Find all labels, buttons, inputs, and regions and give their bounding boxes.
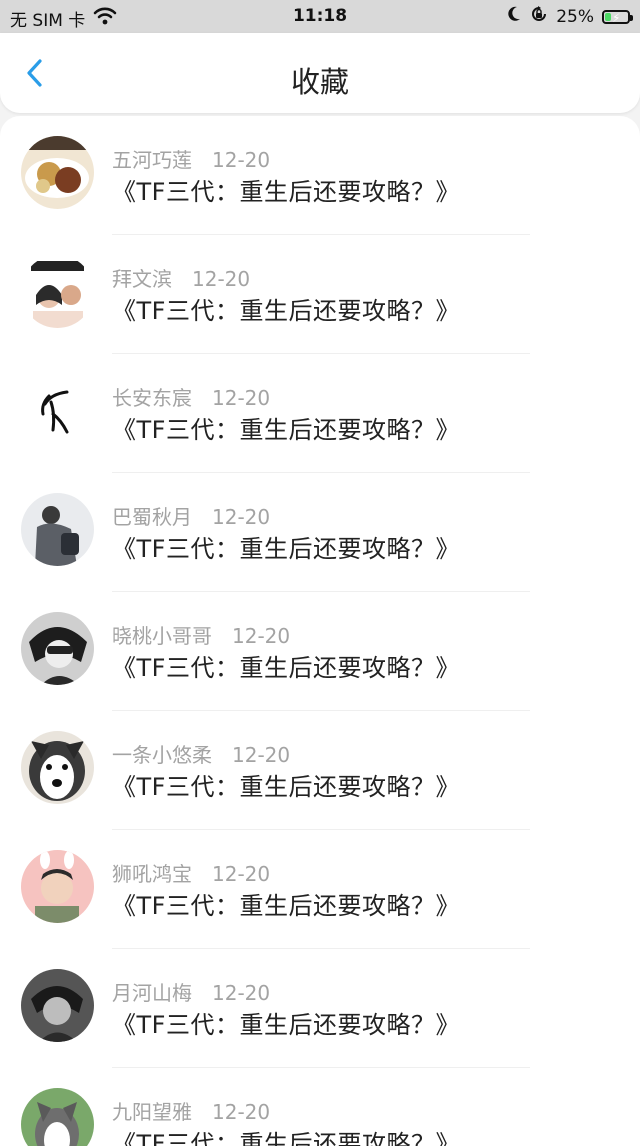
- avatar[interactable]: [21, 1088, 94, 1146]
- status-right: 25% ⚡: [506, 5, 633, 28]
- charging-bolt-icon: ⚡: [612, 10, 621, 25]
- author-name: 一条小悠柔: [112, 743, 212, 767]
- author-name: 晓桃小哥哥: [112, 624, 212, 648]
- avatar[interactable]: [21, 493, 94, 566]
- list-item[interactable]: 狮吼鸿宝 12-20 《TF三代：重生后还要攻略？》: [0, 830, 640, 949]
- item-date: 12-20: [232, 624, 291, 648]
- item-meta: 一条小悠柔 12-20: [112, 739, 290, 768]
- item-date: 12-20: [192, 267, 251, 291]
- list-item[interactable]: 长安东宸 12-20 《TF三代：重生后还要攻略？》: [0, 354, 640, 473]
- avatar[interactable]: [21, 612, 94, 685]
- item-meta: 九阳望雅 12-20: [112, 1096, 270, 1125]
- orientation-lock-icon: [530, 5, 548, 28]
- item-meta: 巴蜀秋月 12-20: [112, 501, 270, 530]
- item-meta: 五河巧莲 12-20: [112, 144, 270, 173]
- author-name: 月河山梅: [112, 981, 192, 1005]
- author-name: 九阳望雅: [112, 1100, 192, 1124]
- item-meta: 月河山梅 12-20: [112, 977, 270, 1006]
- avatar[interactable]: [21, 969, 94, 1042]
- item-title: 《TF三代：重生后还要攻略？》: [112, 654, 460, 682]
- battery-percent: 25%: [556, 6, 594, 27]
- item-title: 《TF三代：重生后还要攻略？》: [112, 416, 460, 444]
- avatar[interactable]: [21, 374, 94, 447]
- status-bar: 无 SIM 卡 11:18 25% ⚡: [0, 0, 640, 33]
- item-meta: 拜文滨 12-20: [112, 263, 250, 292]
- item-date: 12-20: [212, 1100, 271, 1124]
- item-date: 12-20: [212, 148, 271, 172]
- battery-fill: [605, 12, 611, 21]
- item-meta: 晓桃小哥哥 12-20: [112, 620, 290, 649]
- list-item[interactable]: 巴蜀秋月 12-20 《TF三代：重生后还要攻略？》: [0, 473, 640, 592]
- item-date: 12-20: [212, 981, 271, 1005]
- author-name: 五河巧莲: [112, 148, 192, 172]
- item-title: 《TF三代：重生后还要攻略？》: [112, 178, 460, 206]
- item-title: 《TF三代：重生后还要攻略？》: [112, 1011, 460, 1039]
- item-date: 12-20: [232, 743, 291, 767]
- author-name: 长安东宸: [112, 386, 192, 410]
- battery-icon: ⚡: [602, 9, 633, 25]
- avatar[interactable]: [21, 255, 94, 328]
- list-item[interactable]: 拜文滨 12-20 《TF三代：重生后还要攻略？》: [0, 235, 640, 354]
- item-date: 12-20: [212, 505, 271, 529]
- item-meta: 长安东宸 12-20: [112, 382, 270, 411]
- avatar[interactable]: [21, 850, 94, 923]
- item-meta: 狮吼鸿宝 12-20: [112, 858, 270, 887]
- item-title: 《TF三代：重生后还要攻略？》: [112, 535, 460, 563]
- item-title: 《TF三代：重生后还要攻略？》: [112, 1130, 460, 1146]
- favorites-list: 五河巧莲 12-20 《TF三代：重生后还要攻略？》 拜文滨 12-20 《TF三代：重生…: [0, 116, 640, 1146]
- list-item[interactable]: 晓桃小哥哥 12-20 《TF三代：重生后还要攻略？》: [0, 592, 640, 711]
- item-title: 《TF三代：重生后还要攻略？》: [112, 892, 460, 920]
- author-name: 狮吼鸿宝: [112, 862, 192, 886]
- item-date: 12-20: [212, 386, 271, 410]
- nav-bar: 收藏: [0, 33, 640, 113]
- item-title: 《TF三代：重生后还要攻略？》: [112, 297, 460, 325]
- item-date: 12-20: [212, 862, 271, 886]
- list-item[interactable]: 五河巧莲 12-20 《TF三代：重生后还要攻略？》: [0, 116, 640, 235]
- page-title: 收藏: [290, 65, 349, 99]
- avatar[interactable]: [21, 731, 94, 804]
- list-item[interactable]: 月河山梅 12-20 《TF三代：重生后还要攻略？》: [0, 949, 640, 1068]
- author-name: 巴蜀秋月: [112, 505, 192, 529]
- list-item[interactable]: 一条小悠柔 12-20 《TF三代：重生后还要攻略？》: [0, 711, 640, 830]
- item-title: 《TF三代：重生后还要攻略？》: [112, 773, 460, 801]
- author-name: 拜文滨: [112, 267, 172, 291]
- list-item[interactable]: 九阳望雅 12-20 《TF三代：重生后还要攻略？》: [0, 1068, 640, 1146]
- moon-icon: [506, 5, 522, 28]
- avatar[interactable]: [21, 136, 94, 209]
